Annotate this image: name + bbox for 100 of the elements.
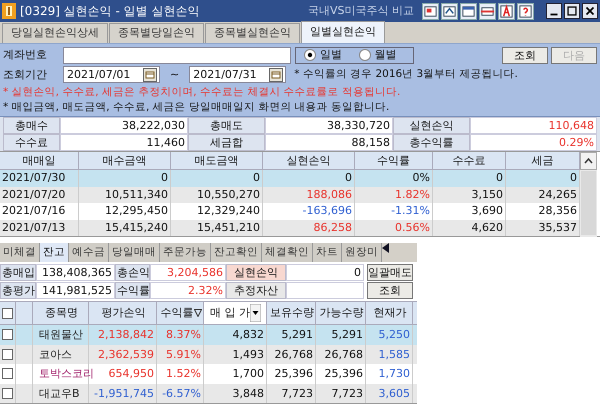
- column-header: 매도금액: [171, 152, 263, 170]
- radio-label: 일별: [320, 47, 342, 64]
- balance-label: 추정자산: [226, 282, 286, 299]
- summary-label: 총수익률: [393, 134, 470, 151]
- balance-value: 141,981,525: [36, 282, 115, 299]
- table-cell: -1,951,745: [89, 384, 157, 403]
- holding-row[interactable]: 대교우B -1,951,745 -6.57% 3,848 7,723 7,723 3,605: [0, 384, 417, 403]
- table-row[interactable]: 2021/07/30 0 0 0 0% 0 0: [0, 170, 580, 186]
- table-cell: 7,723: [316, 384, 366, 403]
- table-row[interactable]: 2021/07/16 12,295,450 12,329,240 -163,696 -1.31% 3,690 28,356: [0, 203, 580, 220]
- column-header[interactable]: 가능수량: [318, 304, 364, 322]
- search-button[interactable]: 조회: [367, 282, 413, 299]
- font-icon[interactable]: [498, 2, 515, 20]
- dropdown-icon[interactable]: [250, 304, 261, 322]
- summary-value: 88,158: [265, 134, 393, 151]
- tab[interactable]: 원장미: [342, 243, 382, 262]
- tab[interactable]: 미체결: [0, 243, 40, 262]
- minimize-icon[interactable]: [546, 3, 562, 19]
- table-cell: 15,415,240: [79, 220, 171, 236]
- summary-label: 총매수: [3, 117, 60, 134]
- close-icon[interactable]: [582, 3, 598, 19]
- column-header: 수익률: [355, 152, 433, 170]
- summary-value: 38,222,030: [60, 117, 188, 134]
- holding-row[interactable]: 태원물산 2,138,842 8.37% 4,832 5,291 5,291 5,250: [0, 325, 417, 344]
- row-checkbox[interactable]: [2, 348, 13, 360]
- date-field[interactable]: 2021/07/31: [189, 66, 286, 84]
- calendar-icon[interactable]: [269, 68, 284, 82]
- column-header[interactable]: 보유수량: [268, 304, 314, 322]
- account-field[interactable]: [63, 46, 291, 64]
- column-header: 세금: [506, 152, 580, 170]
- summary-value: 11,460: [60, 134, 188, 151]
- column-header: 수수료: [433, 152, 506, 170]
- tab[interactable]: 주문가능: [160, 243, 211, 262]
- holding-row[interactable]: 코아스 2,362,539 5.91% 1,493 26,768 26,768 1,585: [0, 344, 417, 364]
- column-header[interactable]: 수익률: [158, 304, 194, 322]
- tab[interactable]: 종목별당일손익: [109, 23, 204, 43]
- summary-value: 38,330,720: [265, 117, 393, 134]
- scrollbar[interactable]: [580, 152, 597, 237]
- balance-value: 3,204,586: [150, 264, 226, 281]
- tab[interactable]: 종목별실현손익: [205, 23, 300, 43]
- tab[interactable]: 체결확인: [262, 243, 313, 262]
- window-icon[interactable]: [460, 2, 477, 20]
- tab[interactable]: 차트: [313, 243, 342, 262]
- tab[interactable]: 잔고: [40, 243, 69, 262]
- row-checkbox[interactable]: [2, 329, 13, 340]
- field-label: 조회기간: [3, 66, 48, 83]
- column-header[interactable]: 현재가: [372, 304, 406, 322]
- summary-value: 110,648: [470, 117, 597, 134]
- table-cell: -6.57%: [157, 384, 204, 403]
- column-header[interactable]: 평가손익: [100, 304, 146, 322]
- balance-value: 2.32%: [150, 282, 226, 299]
- balance-label: 총손익: [115, 264, 150, 281]
- radio-button[interactable]: [358, 49, 370, 62]
- balance-label: 실현손익: [226, 264, 286, 281]
- help-icon[interactable]: [517, 2, 534, 20]
- calendar-icon[interactable]: [143, 68, 157, 82]
- compare-link[interactable]: 국내VS미국주식 비교: [308, 2, 414, 20]
- summary-label: 세금합: [188, 134, 265, 151]
- range-separator: ~: [170, 66, 180, 83]
- maximize-icon[interactable]: [564, 3, 580, 19]
- table-row[interactable]: 2021/07/13 15,415,240 15,451,210 86,258 0.56% 4,620 35,537: [0, 220, 580, 236]
- radio-label: 월별: [374, 47, 396, 64]
- tab[interactable]: 예수금: [69, 243, 109, 262]
- info-note: * 매입금액, 매도금액, 수수료, 세금은 당일매매일지 화면의 내용과 동일합니다.: [3, 100, 390, 114]
- window-title: [0329] 실현손익 - 일별 실현손익: [20, 3, 200, 20]
- balance-value: 138,408,365: [36, 264, 115, 281]
- table-cell: 86,258: [263, 220, 355, 236]
- tab[interactable]: 당일실현손익상세: [2, 23, 108, 43]
- warning-note: * 실현손익, 수수료, 세금은 추정치이며, 수수료는 체결시 수수료률로 적용됩니다.: [3, 85, 402, 99]
- column-header: 실현손익: [263, 152, 355, 170]
- table-cell: 3,848: [204, 384, 267, 403]
- table-cell: 대교우B: [33, 384, 89, 403]
- balance-label: 총평가: [0, 282, 36, 299]
- field-label: 계좌번호: [3, 47, 48, 64]
- date-field[interactable]: 2021/07/01: [63, 66, 160, 84]
- sort-icon[interactable]: [194, 309, 202, 317]
- table-row[interactable]: 2021/07/20 10,511,340 10,550,270 188,086 1.82% 3,150 24,265: [0, 186, 580, 203]
- sell-all-button[interactable]: 일괄매도: [367, 264, 413, 281]
- table-cell: 3,605: [366, 384, 413, 403]
- column-header: 매매일: [0, 152, 79, 170]
- table-cell: 2021/07/13: [0, 220, 79, 236]
- column-header[interactable]: 종목명: [43, 304, 78, 322]
- tab[interactable]: 일별실현손익: [301, 21, 385, 43]
- row-checkbox[interactable]: [2, 388, 13, 399]
- select-all-checkbox[interactable]: [2, 308, 13, 318]
- balance-label: 수익률: [115, 282, 150, 299]
- summary-label: 수수료: [3, 134, 60, 151]
- tab[interactable]: 잔고확인: [211, 243, 262, 262]
- tab[interactable]: 당일매매: [109, 243, 160, 262]
- table-cell: 4,620: [433, 220, 506, 236]
- window-icon[interactable]: [422, 2, 439, 20]
- balance-value: 0: [286, 264, 364, 281]
- summary-label: 실현손익: [393, 117, 470, 134]
- search-button[interactable]: 조회: [502, 46, 548, 64]
- radio-button[interactable]: [304, 49, 316, 62]
- column-header: 매수금액: [79, 152, 171, 170]
- info-note: * 수익률의 경우 2016년 3월부터 제공됩니다.: [294, 67, 518, 82]
- app-icon: [2, 3, 16, 19]
- summary-value: 0.29%: [470, 134, 597, 151]
- row-checkbox[interactable]: [2, 368, 13, 380]
